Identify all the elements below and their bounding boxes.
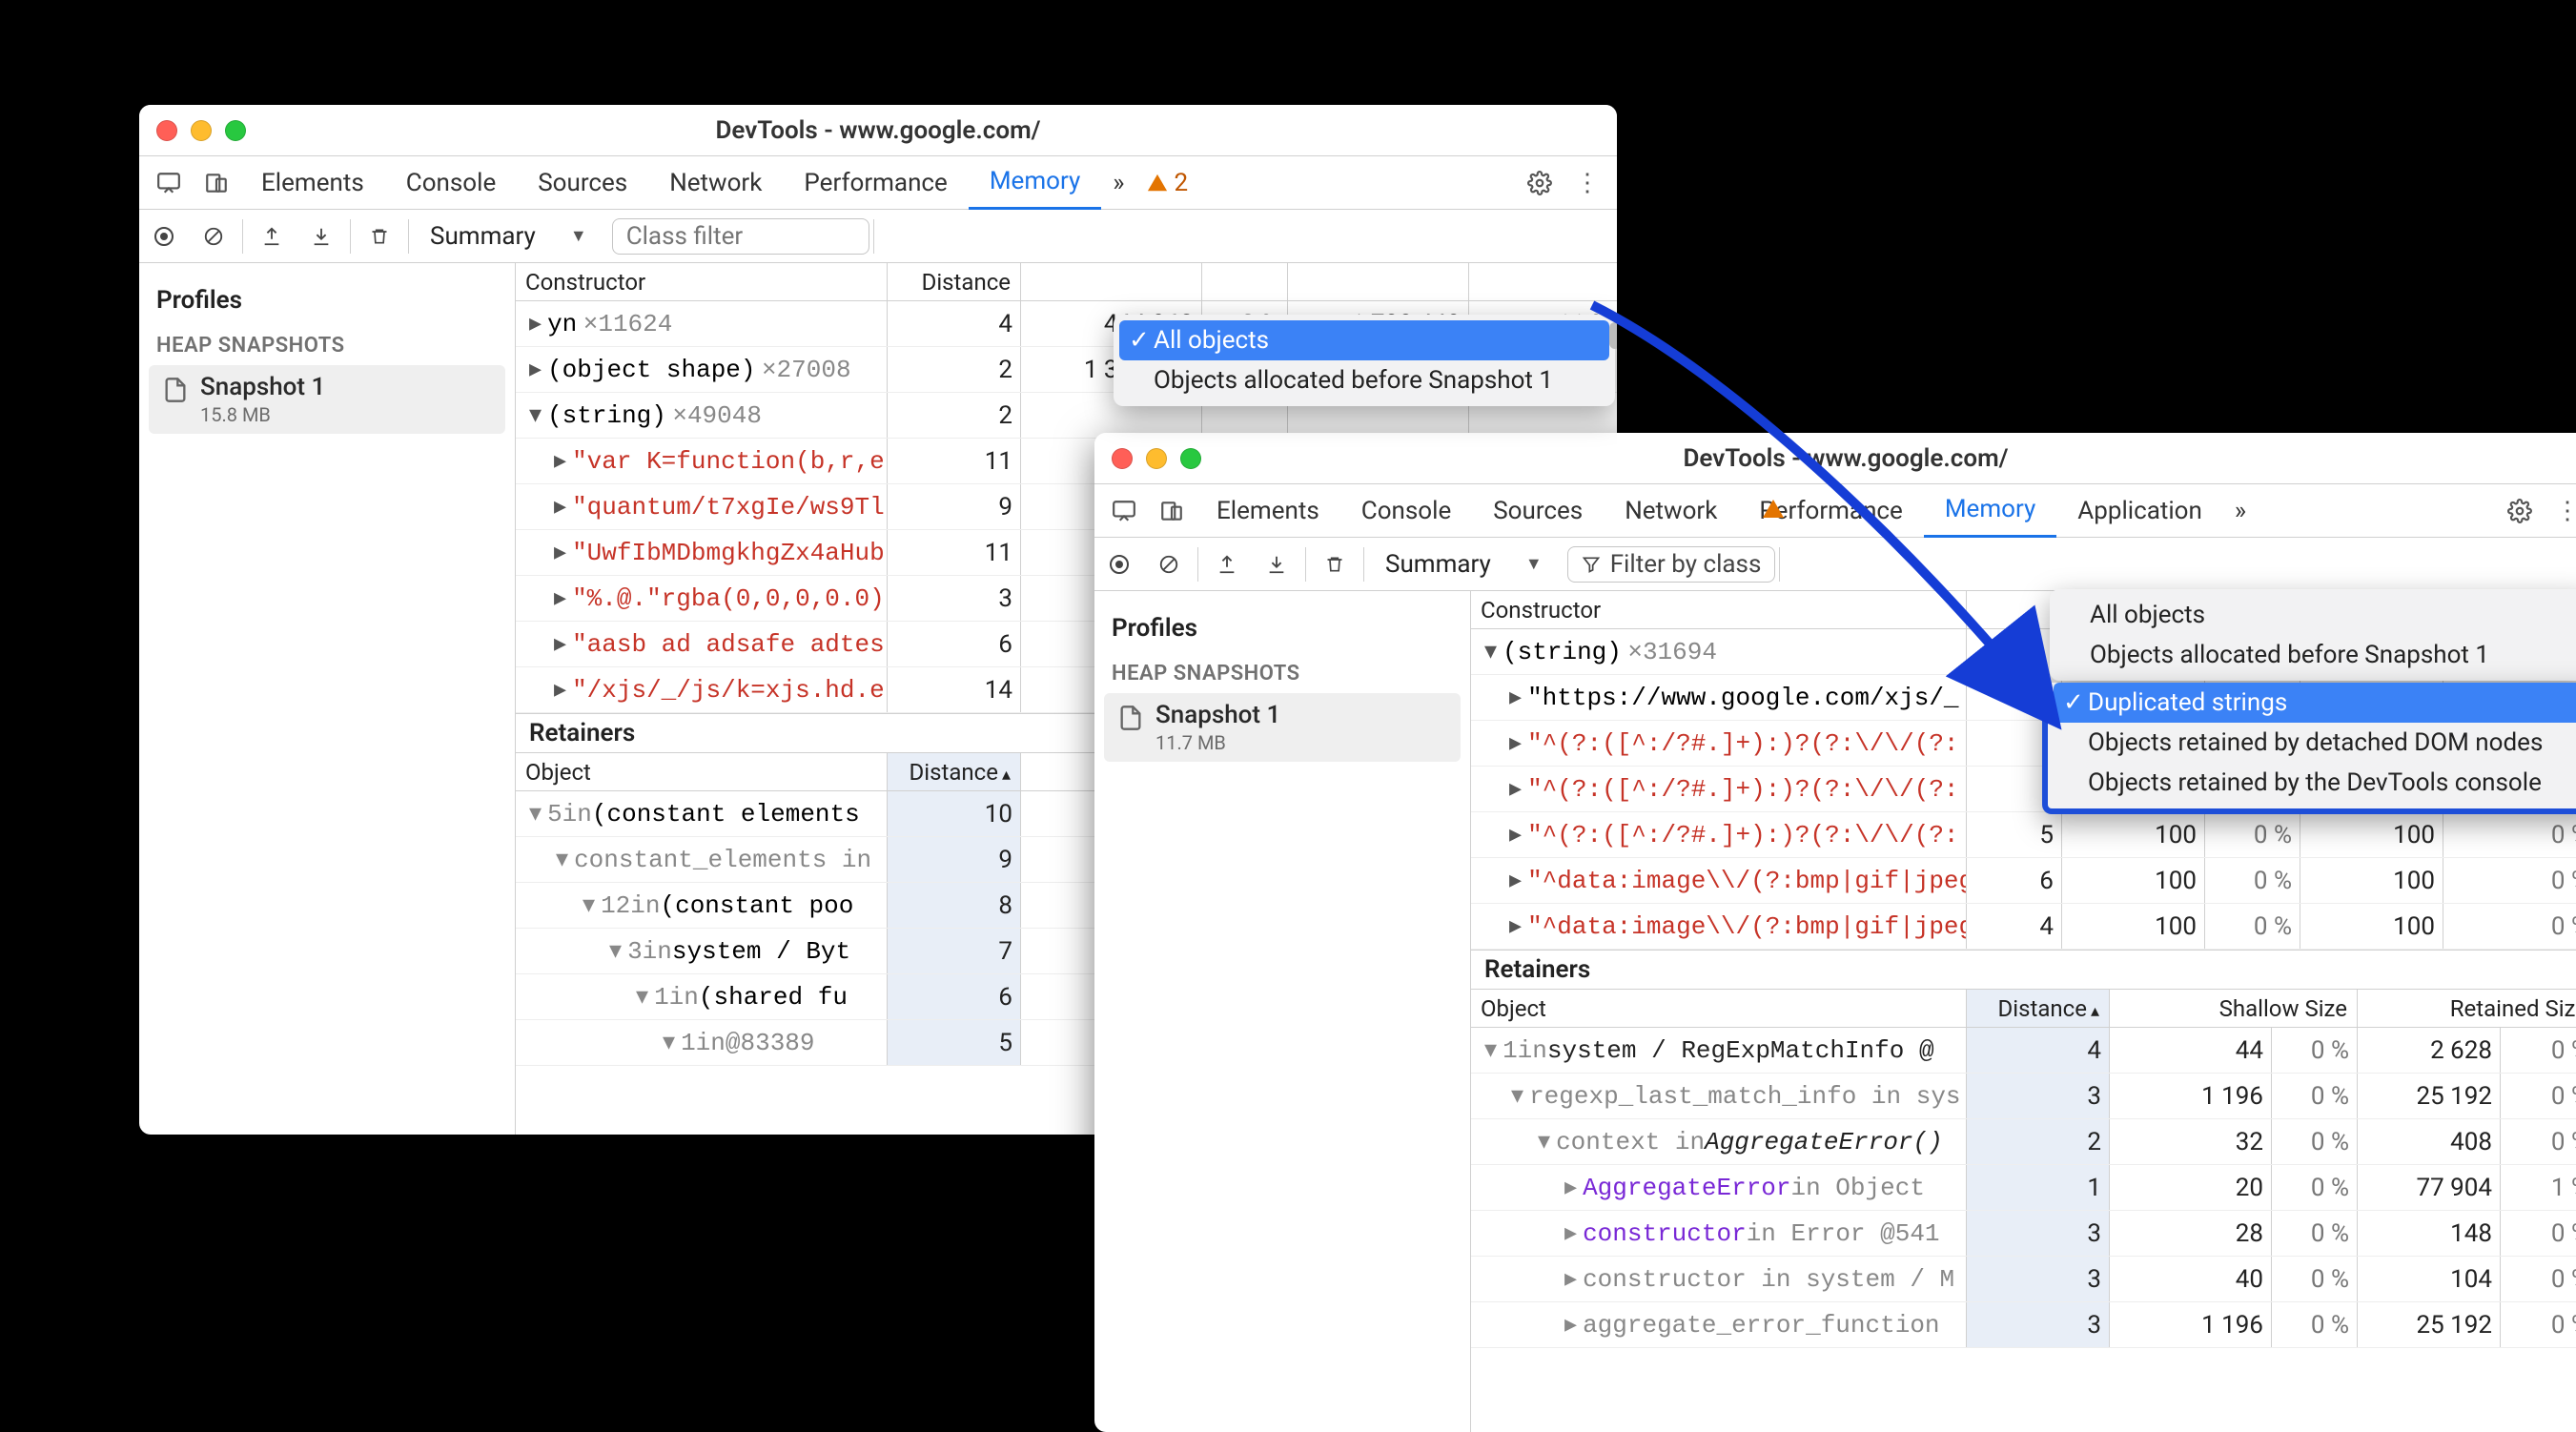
clear-icon[interactable]: [189, 210, 238, 263]
device-icon[interactable]: [1148, 484, 1196, 538]
dropdown-item[interactable]: Duplicated strings: [2054, 683, 2576, 723]
table-row[interactable]: ▸"^data:image\\/(?:bmp|gif|jpeg61000 %10…: [1471, 858, 2576, 904]
retainers-rows: ▾1 in system / RegExpMatchInfo @4440 %2 …: [1471, 1028, 2576, 1432]
annotation-arrow: [1459, 286, 2126, 791]
dropdown-item[interactable]: Objects allocated before Snapshot 1: [2055, 635, 2576, 675]
profiles-label: Profiles: [1094, 603, 1470, 654]
kebab-icon[interactable]: ⋮: [2544, 484, 2576, 538]
inspect-icon[interactable]: [1100, 484, 1148, 538]
warnings-badge[interactable]: 2: [1135, 156, 1199, 210]
more-tabs-icon[interactable]: »: [2223, 484, 2258, 538]
settings-icon[interactable]: [2496, 484, 2544, 538]
table-row[interactable]: ▸"^data:image\\/(?:bmp|gif|jpeg41000 %10…: [1471, 904, 2576, 950]
table-row[interactable]: ▾context in AggregateError()2320 %4080 %: [1471, 1119, 2576, 1165]
upload-icon[interactable]: [1202, 538, 1252, 591]
tab-console[interactable]: Console: [1340, 484, 1472, 538]
caret-down-icon: ▼: [570, 226, 587, 246]
device-icon[interactable]: [193, 156, 240, 210]
table-row[interactable]: ▸constructor in Error @5413280 %1480 %: [1471, 1211, 2576, 1257]
tab-console[interactable]: Console: [385, 156, 517, 210]
table-row[interactable]: ▸"^(?:([^:/?#.]+):)?(?:\/\/(?:51000 %100…: [1471, 812, 2576, 858]
profiles-sidebar: Profiles HEAP SNAPSHOTS Snapshot 1 15.8 …: [139, 263, 516, 1135]
memory-toolbar: Summary▼: [139, 210, 1617, 263]
record-icon[interactable]: [1094, 538, 1144, 591]
profiles-sidebar: Profiles HEAP SNAPSHOTS Snapshot 1 11.7 …: [1094, 591, 1471, 1432]
dropdown-item[interactable]: All objects: [2055, 595, 2576, 635]
download-icon[interactable]: [1252, 538, 1301, 591]
dropdown-item[interactable]: Objects retained by detached DOM nodes: [2054, 723, 2576, 763]
retainers-header: Object Distance Shallow Size Retained Si…: [1471, 990, 2576, 1028]
trash-icon[interactable]: [1310, 538, 1360, 591]
tab-network[interactable]: Network: [648, 156, 783, 210]
class-filter-input[interactable]: [612, 218, 869, 255]
clear-icon[interactable]: [1144, 538, 1194, 591]
dropdown-item[interactable]: Objects retained by the DevTools console: [2054, 763, 2576, 803]
record-icon[interactable]: [139, 210, 189, 263]
window-title: DevTools - www.google.com/: [139, 116, 1617, 145]
tab-performance[interactable]: Performance: [783, 156, 968, 210]
upload-icon[interactable]: [247, 210, 296, 263]
heap-snapshots-label: HEAP SNAPSHOTS: [1094, 654, 1470, 689]
tab-memory[interactable]: Memory: [969, 156, 1101, 210]
download-icon[interactable]: [296, 210, 346, 263]
retainers-bar: Retainers ≡: [1471, 950, 2576, 990]
snapshot-item[interactable]: Snapshot 1 11.7 MB: [1104, 693, 1461, 762]
titlebar: DevTools - www.google.com/: [139, 105, 1617, 156]
tab-elements[interactable]: Elements: [1196, 484, 1340, 538]
table-row[interactable]: ▾1 in system / RegExpMatchInfo @4440 %2 …: [1471, 1028, 2576, 1074]
table-row[interactable]: ▸constructor in system / M3400 %1040 %: [1471, 1257, 2576, 1302]
view-dropdown[interactable]: Summary▼: [413, 222, 612, 251]
filter-dropdown-top[interactable]: All objectsObjects allocated before Snap…: [2050, 589, 2576, 681]
inspect-icon[interactable]: [145, 156, 193, 210]
constructor-header: Constructor Distance: [516, 263, 1617, 301]
trash-icon[interactable]: [355, 210, 404, 263]
kebab-icon[interactable]: ⋮: [1564, 156, 1611, 210]
panel-tabs: Elements Console Sources Network Perform…: [139, 156, 1617, 210]
profiles-label: Profiles: [139, 275, 515, 326]
table-row[interactable]: ▸AggregateError in Object1200 %77 9041 %: [1471, 1165, 2576, 1211]
settings-icon[interactable]: [1516, 156, 1564, 210]
heap-snapshots-label: HEAP SNAPSHOTS: [139, 326, 515, 361]
tab-sources[interactable]: Sources: [517, 156, 648, 210]
table-row[interactable]: ▸aggregate_error_function31 1960 %25 192…: [1471, 1302, 2576, 1348]
more-tabs-icon[interactable]: »: [1101, 156, 1135, 210]
table-row[interactable]: ▾regexp_last_match_info in sys31 1960 %2…: [1471, 1074, 2576, 1119]
snapshot-item[interactable]: Snapshot 1 15.8 MB: [149, 365, 505, 434]
tab-elements[interactable]: Elements: [240, 156, 385, 210]
